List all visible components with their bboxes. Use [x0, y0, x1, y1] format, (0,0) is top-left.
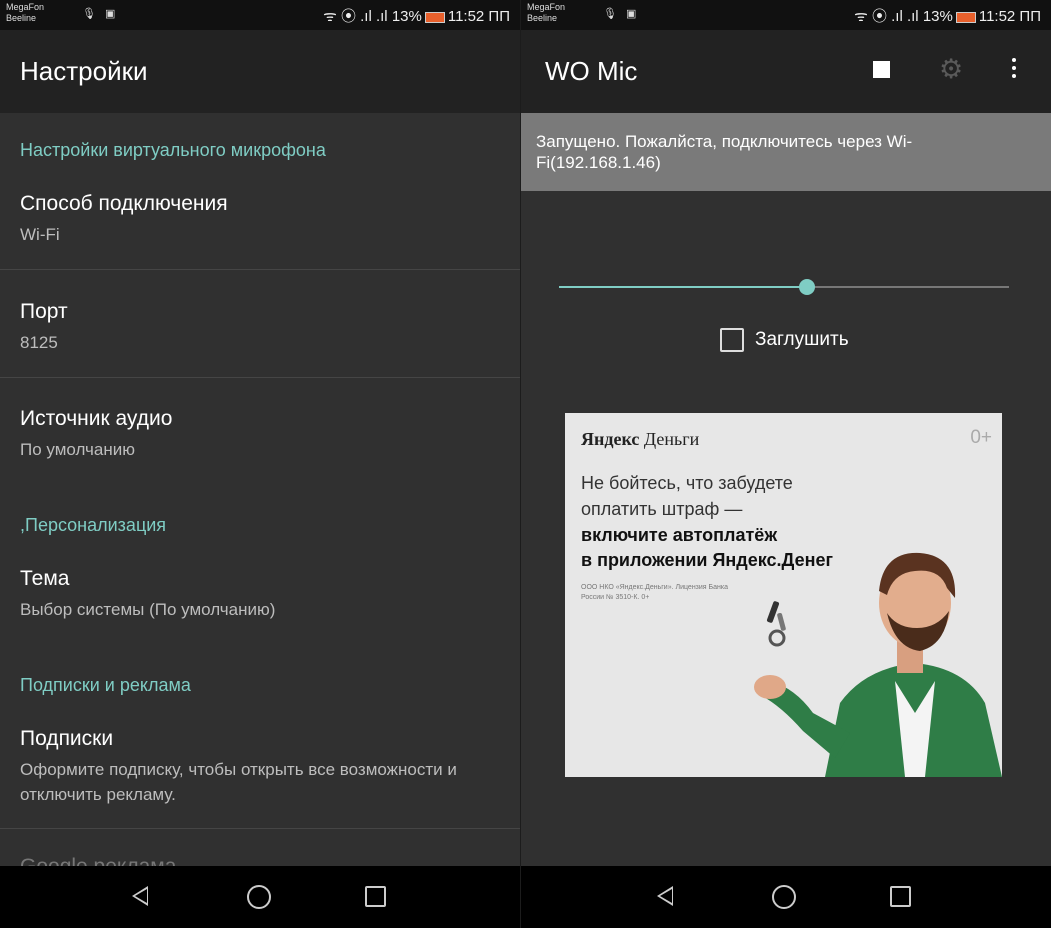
battery-icon [955, 11, 976, 23]
carrier-labels: MegaFon Beeline [6, 2, 44, 24]
navigation-bar [521, 866, 1051, 928]
pref-title: Порт [20, 300, 68, 323]
pref-summary: По умолчанию [20, 440, 135, 459]
keys-icon [766, 601, 786, 647]
ad-illustration [754, 552, 1002, 777]
pref-summary: 8125 [20, 333, 58, 352]
app-title: WO Mic [545, 56, 638, 86]
navigation-bar [0, 866, 520, 928]
stop-icon[interactable] [873, 61, 890, 78]
pref-summary: Оформите подписку, чтобы открыть все воз… [20, 760, 457, 804]
carrier-1: MegaFon [527, 2, 566, 12]
back-icon[interactable] [657, 886, 673, 906]
status-bar: MegaFon Beeline 🎙 ▣ ᯤ ⦿ .ıl .ıl 13% 11:52… [0, 0, 520, 30]
status-banner: Запущено. Пожалйста, подключитесь через … [521, 113, 1051, 191]
volume-slider[interactable] [559, 279, 1009, 295]
pref-title: Способ подключения [20, 192, 228, 215]
app-bar: WO Mic [521, 30, 1051, 113]
divider [0, 828, 520, 829]
status-indicators: ᯤ ⦿ .ıl .ıl 13% 11:52 ПП [854, 5, 1041, 26]
carrier-2: Beeline [527, 13, 558, 23]
status-bar: MegaFon Beeline 🎙 ▣ ᯤ ⦿ .ıl .ıl 13% 11:52… [521, 0, 1051, 30]
mute-label[interactable]: Заглушить [755, 329, 849, 351]
recents-icon[interactable] [890, 886, 911, 907]
clock: 11:52 ПП [978, 8, 1041, 25]
battery-percent: 13% [922, 8, 953, 25]
battery-icon [424, 11, 445, 23]
status-indicators: ᯤ ⦿ .ıl .ıl 13% 11:52 ПП [323, 5, 510, 26]
pref-title: Подписки [20, 727, 114, 750]
divider [0, 377, 520, 378]
app-bar: Настройки [0, 30, 520, 113]
carrier-1: MegaFon [6, 2, 45, 12]
pref-title: Тема [20, 567, 70, 590]
notification-icons: 🎙 ▣ [82, 8, 119, 20]
back-icon[interactable] [132, 886, 148, 906]
man-figure [754, 552, 1002, 777]
settings-screen: MegaFon Beeline 🎙 ▣ ᯤ ⦿ .ıl .ıl 13% 11:52… [0, 0, 520, 928]
volume-slider-thumb[interactable] [798, 279, 815, 295]
battery-percent: 13% [391, 8, 422, 25]
volume-slider-fill [559, 286, 807, 288]
pref-summary: Выбор системы (По умолчанию) [20, 600, 276, 619]
overflow-menu-icon[interactable] [1012, 58, 1016, 82]
ad-banner[interactable]: Яндекс Деньги 0+ Не бойтесь, что забудет… [565, 413, 1002, 777]
page-title: Настройки [20, 56, 148, 86]
gear-icon[interactable]: ⚙ [939, 56, 963, 83]
notification-icons: 🎙 ▣ [603, 8, 640, 20]
status-message: Запущено. Пожалйста, подключитесь через … [536, 132, 913, 172]
wo-mic-screen: MegaFon Beeline 🎙 ▣ ᯤ ⦿ .ıl .ıl 13% 11:52… [521, 0, 1051, 928]
signal-icons: ᯤ ⦿ .ıl .ıl [854, 8, 919, 25]
pref-summary: Wi-Fi [20, 225, 60, 244]
home-icon[interactable] [772, 885, 796, 909]
section-header-virtual-mic: Настройки виртуального микрофона [20, 140, 326, 160]
signal-icons: ᯤ ⦿ .ıl .ıl [323, 8, 388, 25]
divider [0, 269, 520, 270]
carrier-2: Beeline [6, 13, 37, 23]
mute-checkbox[interactable] [720, 328, 744, 352]
clock: 11:52 ПП [447, 8, 510, 25]
carrier-labels: MegaFon Beeline [527, 2, 565, 24]
pref-title: Источник аудио [20, 407, 173, 430]
section-header-personalization: ,Персонализация [20, 515, 167, 535]
section-header-subscriptions: Подписки и реклама [20, 675, 191, 695]
home-icon[interactable] [247, 885, 271, 909]
recents-icon[interactable] [365, 886, 386, 907]
